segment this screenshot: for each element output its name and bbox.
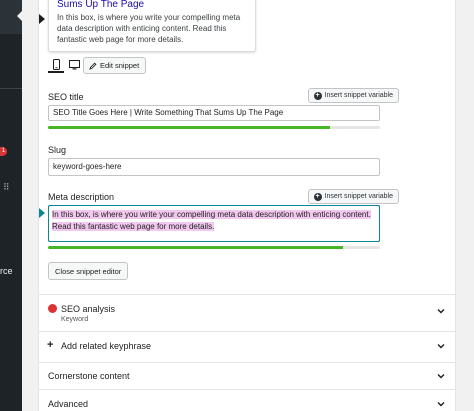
insert-variable-label: Insert snippet variable	[324, 193, 393, 200]
meta-description-progress-bar	[48, 246, 380, 249]
wp-admin-sidebar: 1 ⠿ rce	[0, 0, 23, 411]
slug-label: Slug	[48, 145, 67, 155]
plus-circle-icon: +	[313, 91, 322, 100]
notification-badge[interactable]: 1	[0, 147, 7, 156]
cornerstone-label: Cornerstone content	[48, 371, 130, 381]
sidebar-item-label[interactable]: rce	[0, 266, 13, 276]
desktop-icon	[68, 60, 80, 70]
insert-variable-label: Insert snippet variable	[324, 92, 393, 99]
edit-snippet-label: Edit snippet	[100, 61, 140, 70]
advanced-section[interactable]: Advanced	[39, 389, 456, 411]
seo-analysis-label: SEO analysis	[61, 304, 116, 314]
seo-analysis-section[interactable]: SEO analysis Keyword	[39, 294, 456, 331]
preview-title[interactable]: Sums Up The Page	[57, 0, 144, 10]
meta-description-textarea[interactable]: In this box, is where you write your com…	[48, 205, 380, 242]
meta-description-text: In this box, is where you write your com…	[52, 210, 371, 231]
desktop-preview-button[interactable]	[66, 57, 82, 73]
related-keyphrase-section[interactable]: + Add related keyphrase	[39, 331, 456, 357]
plus-circle-icon: +	[313, 192, 322, 201]
seo-title-progress-bar	[48, 126, 380, 129]
meta-description-progress-fill	[48, 246, 344, 249]
seo-title-label: SEO title	[48, 92, 84, 102]
page-background	[456, 0, 474, 411]
pencil-icon	[89, 62, 97, 70]
mobile-preview-button[interactable]	[48, 57, 64, 73]
plus-icon: +	[47, 339, 54, 351]
seo-analysis-keyword: Keyword	[61, 316, 89, 323]
seo-title-insert-variable-button[interactable]: + Insert snippet variable	[307, 88, 399, 103]
close-snippet-editor-button[interactable]: Close snippet editor	[48, 262, 129, 280]
sidebar-divider	[0, 88, 22, 89]
meta-description-insert-variable-button[interactable]: + Insert snippet variable	[307, 189, 399, 204]
google-snippet-preview[interactable]: Sums Up The Page In this box, is where y…	[48, 0, 256, 52]
advanced-label: Advanced	[48, 399, 89, 409]
cornerstone-section[interactable]: Cornerstone content	[39, 362, 456, 389]
chevron-down-icon	[437, 309, 445, 314]
slug-input[interactable]: keyword-goes-here	[48, 158, 380, 176]
preview-description: In this box, is where you write your com…	[57, 13, 241, 44]
meta-focus-marker-icon	[39, 208, 45, 218]
preview-marker-icon	[39, 14, 45, 24]
meta-description-label: Meta description	[48, 192, 115, 202]
mobile-icon	[52, 58, 60, 70]
chevron-down-icon	[437, 344, 445, 349]
chevron-down-icon	[437, 402, 445, 407]
edit-snippet-button[interactable]: Edit snippet	[83, 57, 147, 74]
chevron-down-icon	[437, 374, 445, 379]
grid-icon[interactable]: ⠿	[3, 183, 10, 192]
seo-title-progress-fill	[48, 126, 331, 129]
active-menu-pointer	[17, 10, 23, 22]
seo-title-input[interactable]: SEO Title Goes Here | Write Something Th…	[48, 105, 380, 121]
related-keyphrase-label: Add related keyphrase	[61, 341, 152, 351]
status-dot-icon	[48, 304, 57, 313]
